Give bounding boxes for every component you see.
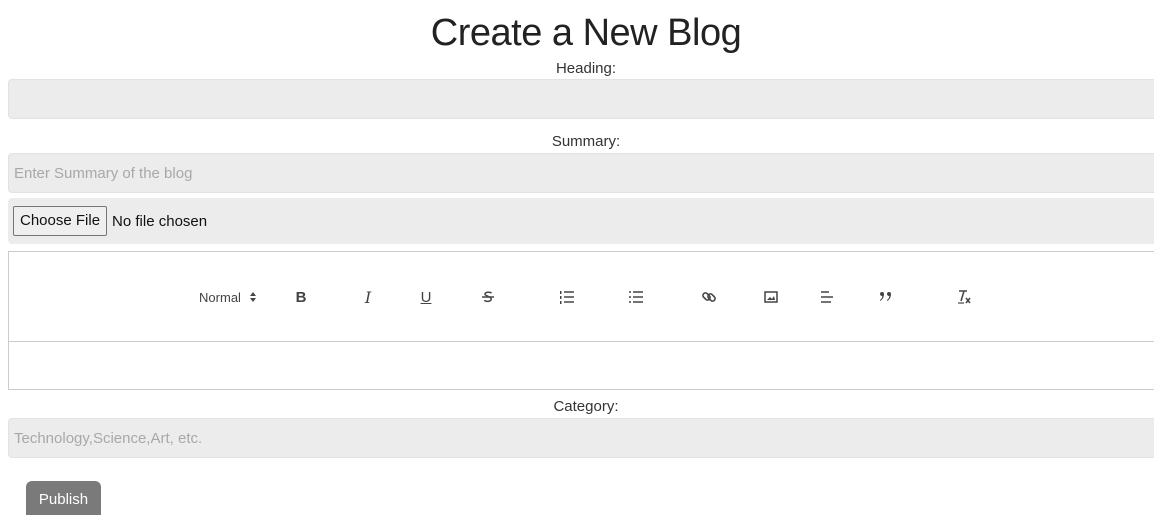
category-label: Category: bbox=[553, 398, 619, 415]
italic-icon[interactable]: I bbox=[357, 287, 379, 307]
link-icon[interactable] bbox=[698, 287, 720, 307]
editor-content-area[interactable] bbox=[9, 342, 1154, 389]
heading-input[interactable] bbox=[8, 79, 1154, 119]
sort-arrows-icon bbox=[249, 291, 257, 303]
create-blog-page: Create a New Blog Heading: Summary: Ente… bbox=[0, 0, 1154, 515]
rich-text-editor: Normal B I U bbox=[8, 251, 1154, 390]
choose-file-button[interactable]: Choose File bbox=[13, 206, 108, 236]
strike-icon[interactable] bbox=[477, 287, 499, 307]
bold-icon[interactable]: B bbox=[290, 287, 312, 307]
bullet-list-icon[interactable] bbox=[625, 287, 647, 307]
summary-input[interactable]: Enter Summary of the blog bbox=[8, 153, 1154, 193]
clean-format-icon[interactable] bbox=[953, 287, 975, 307]
page-title: Create a New Blog bbox=[430, 12, 742, 54]
summary-label: Summary: bbox=[551, 133, 621, 150]
align-icon[interactable] bbox=[816, 287, 838, 307]
blockquote-icon[interactable] bbox=[875, 287, 897, 307]
header-format-value: Normal bbox=[199, 289, 241, 305]
image-icon[interactable] bbox=[760, 287, 782, 307]
file-status-text: No file chosen bbox=[112, 212, 208, 230]
category-input[interactable]: Technology,Science,Art, etc. bbox=[8, 418, 1154, 458]
heading-label: Heading: bbox=[555, 60, 617, 77]
underline-icon[interactable]: U bbox=[415, 287, 437, 307]
file-upload-row: Choose File No file chosen bbox=[8, 198, 1154, 244]
publish-button[interactable]: Publish bbox=[26, 481, 101, 515]
header-format-select[interactable]: Normal bbox=[192, 287, 264, 307]
editor-toolbar: Normal B I U bbox=[9, 252, 1154, 342]
ordered-list-icon[interactable] bbox=[556, 287, 578, 307]
